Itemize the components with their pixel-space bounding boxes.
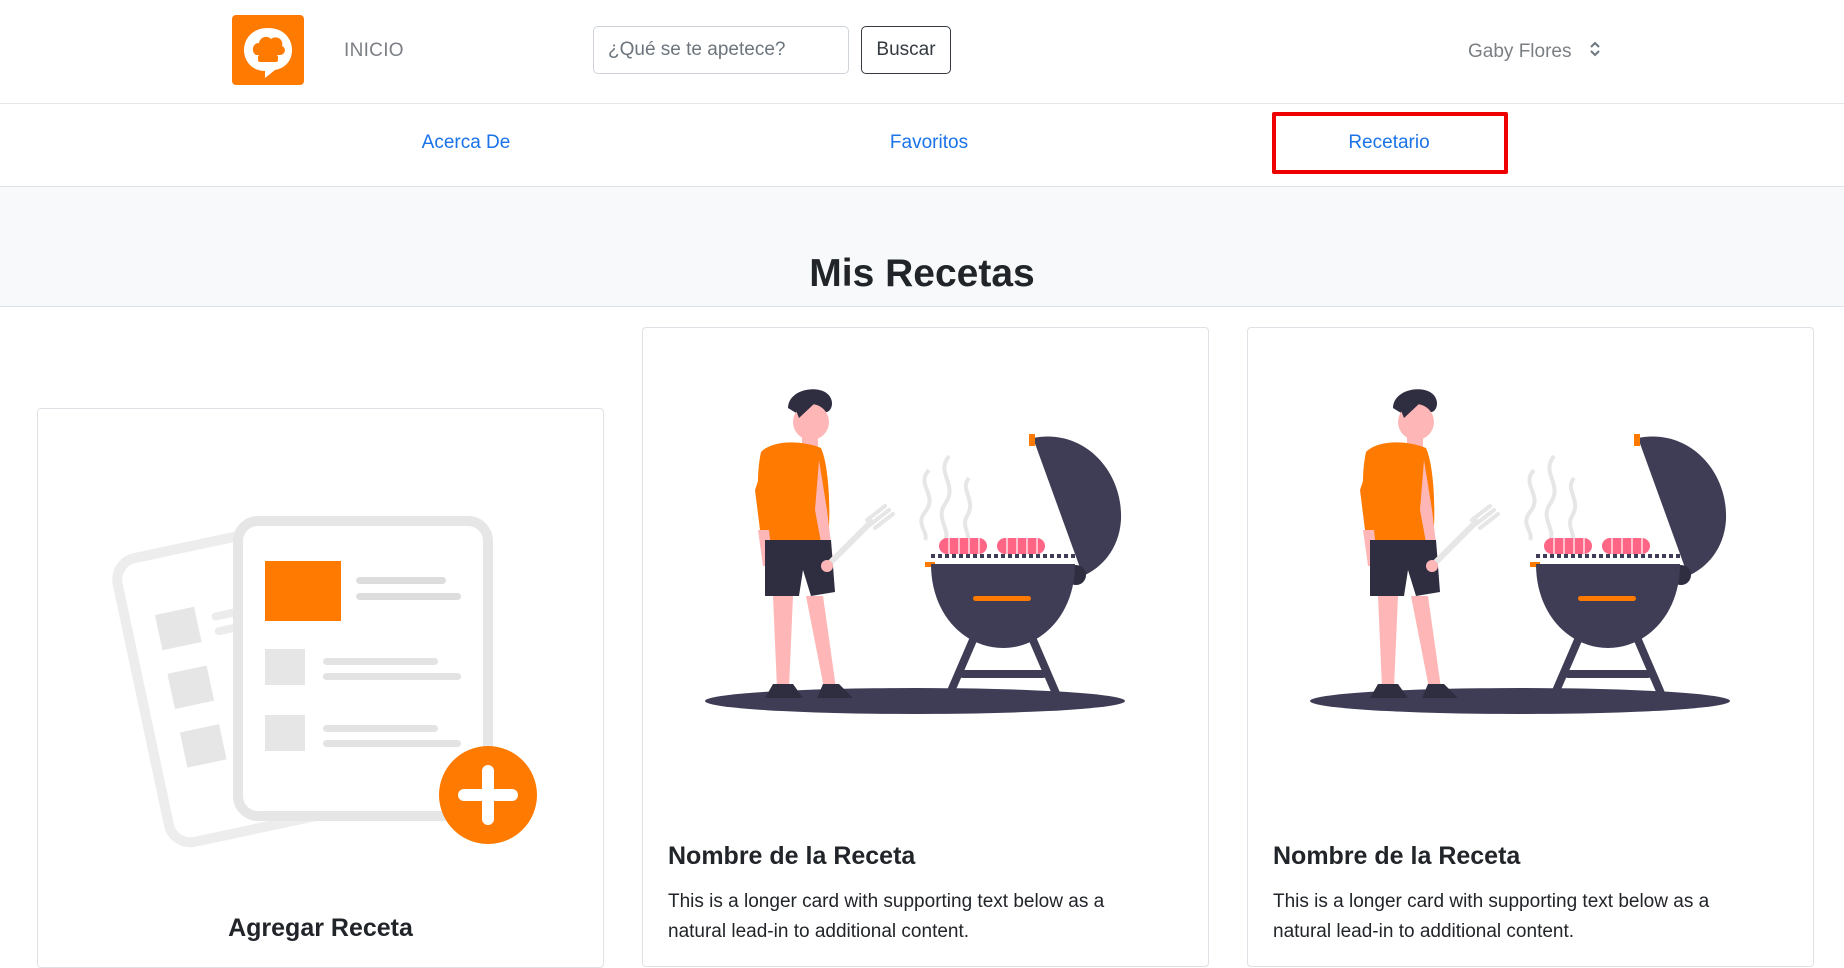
recipe-card[interactable]: Nombre de la Receta This is a longer car… bbox=[1247, 327, 1814, 967]
page-title: Mis Recetas bbox=[809, 252, 1035, 295]
chef-hat-chat-icon[interactable] bbox=[232, 15, 304, 85]
recipe-description: This is a longer card with supporting te… bbox=[1273, 891, 1710, 942]
man-grilling-illustration bbox=[705, 389, 1125, 714]
add-recipe-title: Agregar Receta bbox=[228, 914, 413, 942]
search-input[interactable] bbox=[593, 26, 849, 74]
top-bar: INICIO Buscar Gaby Flores bbox=[0, 0, 1844, 104]
man-grilling-illustration bbox=[1310, 389, 1730, 714]
user-name: Gaby Flores bbox=[1468, 41, 1572, 62]
add-recipe-icon bbox=[112, 516, 537, 848]
recipe-title: Nombre de la Receta bbox=[668, 842, 916, 870]
recipe-title: Nombre de la Receta bbox=[1273, 842, 1521, 870]
search-button[interactable]: Buscar bbox=[861, 26, 951, 74]
user-menu[interactable]: Gaby Flores bbox=[1468, 40, 1601, 64]
recipe-card[interactable]: Nombre de la Receta This is a longer car… bbox=[642, 327, 1209, 967]
nav-recetario-highlight bbox=[1272, 112, 1508, 174]
home-link[interactable]: INICIO bbox=[344, 40, 404, 62]
section-nav: Acerca De Favoritos Recetario bbox=[0, 104, 1844, 187]
nav-acerca-de[interactable]: Acerca De bbox=[422, 132, 511, 154]
chevron-up-down-icon bbox=[1589, 40, 1601, 64]
add-recipe-card[interactable]: Agregar Receta bbox=[37, 408, 604, 968]
nav-favoritos[interactable]: Favoritos bbox=[890, 132, 968, 154]
recipe-description: This is a longer card with supporting te… bbox=[668, 891, 1105, 942]
